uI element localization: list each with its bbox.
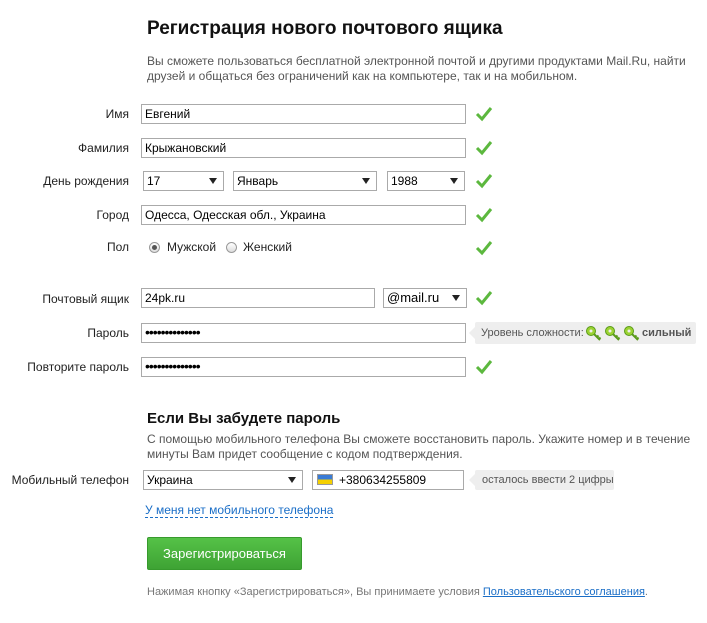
legal-text: Нажимая кнопку «Зарегистрироваться», Вы … bbox=[147, 586, 483, 598]
first-name-input[interactable]: Евгений bbox=[141, 104, 466, 124]
password-repeat-label: Повторите пароль bbox=[27, 360, 129, 374]
country-select[interactable]: Украина bbox=[143, 470, 303, 490]
password-label: Пароль bbox=[87, 326, 129, 340]
gender-male-radio[interactable] bbox=[149, 242, 160, 253]
password-input[interactable]: •••••••••••••• bbox=[141, 323, 466, 343]
country-value: Украина bbox=[147, 473, 193, 487]
strength-label: Уровень сложности: bbox=[481, 327, 584, 339]
birth-year-select[interactable]: 1988 bbox=[387, 171, 465, 191]
phone-hint: осталось ввести 2 цифры bbox=[469, 470, 614, 490]
password-repeat-input[interactable]: •••••••••••••• bbox=[141, 357, 466, 377]
check-icon bbox=[475, 208, 493, 223]
check-icon bbox=[475, 107, 493, 122]
gender-female-label[interactable]: Женский bbox=[243, 240, 292, 254]
key-icon bbox=[624, 326, 640, 341]
mail-domain-select[interactable]: @mail.ru bbox=[383, 288, 467, 308]
ukraine-flag-icon bbox=[317, 474, 333, 485]
chevron-down-icon bbox=[450, 178, 458, 184]
page-subtitle: Вы сможете пользоваться бесплатной элект… bbox=[147, 54, 686, 83]
check-icon bbox=[475, 360, 493, 375]
phone-input[interactable]: +380634255809 bbox=[312, 470, 464, 490]
check-icon bbox=[475, 291, 493, 306]
phone-hint-text: осталось ввести 2 цифры bbox=[482, 474, 614, 486]
city-input[interactable]: Одесса, Одесская обл., Украина bbox=[141, 205, 466, 225]
birthday-label: День рождения bbox=[43, 174, 129, 188]
phone-label: Мобильный телефон bbox=[11, 473, 129, 487]
key-icon bbox=[586, 326, 602, 341]
chevron-down-icon bbox=[209, 178, 217, 184]
legal-end: . bbox=[644, 586, 648, 598]
chevron-down-icon bbox=[362, 178, 370, 184]
check-icon bbox=[475, 174, 493, 189]
chevron-down-icon bbox=[452, 295, 460, 301]
birth-month-select[interactable]: Январь bbox=[233, 171, 377, 191]
first-name-label: Имя bbox=[105, 107, 129, 121]
page-title: Регистрация нового почтового ящика bbox=[147, 18, 503, 39]
last-name-input[interactable]: Крыжановский bbox=[141, 138, 466, 158]
recovery-text: С помощью мобильного телефона Вы сможете… bbox=[147, 432, 691, 461]
legal-notice: Нажимая кнопку «Зарегистрироваться», Вы … bbox=[147, 586, 648, 598]
gender-male-label[interactable]: Мужской bbox=[167, 240, 216, 254]
mailbox-input[interactable]: 24pk.ru bbox=[141, 288, 375, 308]
no-phone-link[interactable]: У меня нет мобильного телефона bbox=[145, 503, 334, 518]
city-label: Город bbox=[96, 208, 129, 222]
mail-domain-value: @mail.ru bbox=[387, 290, 440, 305]
phone-value: +380634255809 bbox=[339, 473, 427, 487]
check-icon bbox=[475, 241, 493, 256]
last-name-label: Фамилия bbox=[78, 141, 129, 155]
birth-day-select[interactable]: 17 bbox=[143, 171, 224, 191]
gender-label: Пол bbox=[106, 240, 129, 254]
check-icon bbox=[475, 141, 493, 156]
strength-value: сильный bbox=[642, 327, 692, 339]
birth-month-value: Январь bbox=[237, 174, 279, 188]
gender-female-radio[interactable] bbox=[226, 242, 237, 253]
key-icon bbox=[605, 326, 621, 341]
register-button[interactable]: Зарегистрироваться bbox=[147, 537, 302, 570]
password-strength-indicator: Уровень сложности: сильный bbox=[469, 322, 696, 344]
recovery-title: Если Вы забудете пароль bbox=[147, 410, 341, 427]
chevron-down-icon bbox=[288, 477, 296, 483]
birth-year-value: 1988 bbox=[391, 174, 418, 188]
birth-day-value: 17 bbox=[147, 174, 161, 188]
mailbox-label: Почтовый ящик bbox=[42, 292, 129, 306]
user-agreement-link[interactable]: Пользовательского соглашения bbox=[483, 586, 645, 598]
